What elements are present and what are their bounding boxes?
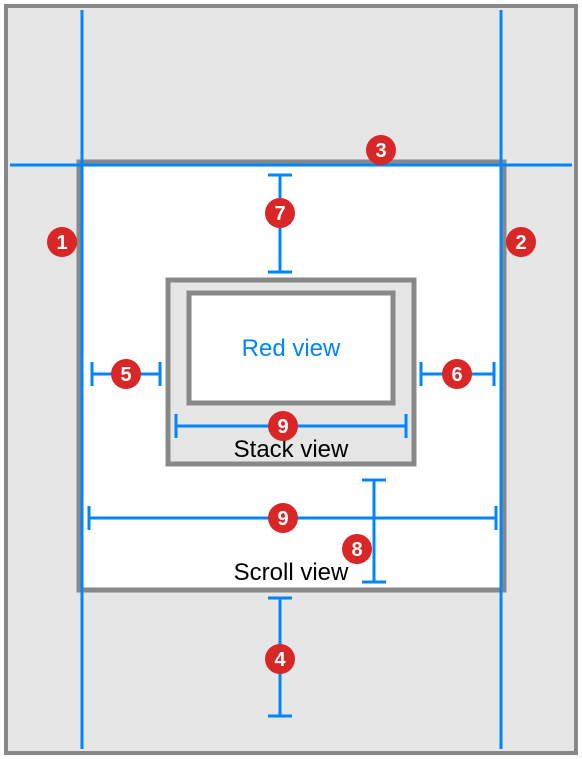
svg-text:7: 7 (274, 203, 285, 225)
scroll-view-label: Scroll view (234, 559, 349, 586)
svg-text:2: 2 (515, 232, 526, 254)
constraint-diagram: Red view Stack view Scroll view 1 2 3 4 … (0, 0, 582, 759)
svg-text:8: 8 (351, 539, 362, 561)
badge-9b: 9 (268, 503, 298, 533)
badge-8: 8 (342, 534, 372, 564)
stack-view-label: Stack view (234, 436, 349, 463)
badge-9a: 9 (268, 411, 298, 441)
badge-1: 1 (47, 227, 77, 257)
badge-6: 6 (442, 359, 472, 389)
svg-text:6: 6 (451, 364, 462, 386)
badge-5: 5 (111, 359, 141, 389)
svg-text:4: 4 (274, 649, 286, 671)
badge-3: 3 (366, 135, 396, 165)
badge-2: 2 (506, 227, 536, 257)
svg-text:9: 9 (277, 508, 288, 530)
svg-text:9: 9 (277, 416, 288, 438)
svg-text:1: 1 (56, 232, 67, 254)
svg-text:5: 5 (120, 364, 131, 386)
badge-7: 7 (265, 198, 295, 228)
red-view-label: Red view (242, 335, 341, 362)
svg-text:3: 3 (375, 140, 386, 162)
badge-4: 4 (265, 644, 295, 674)
